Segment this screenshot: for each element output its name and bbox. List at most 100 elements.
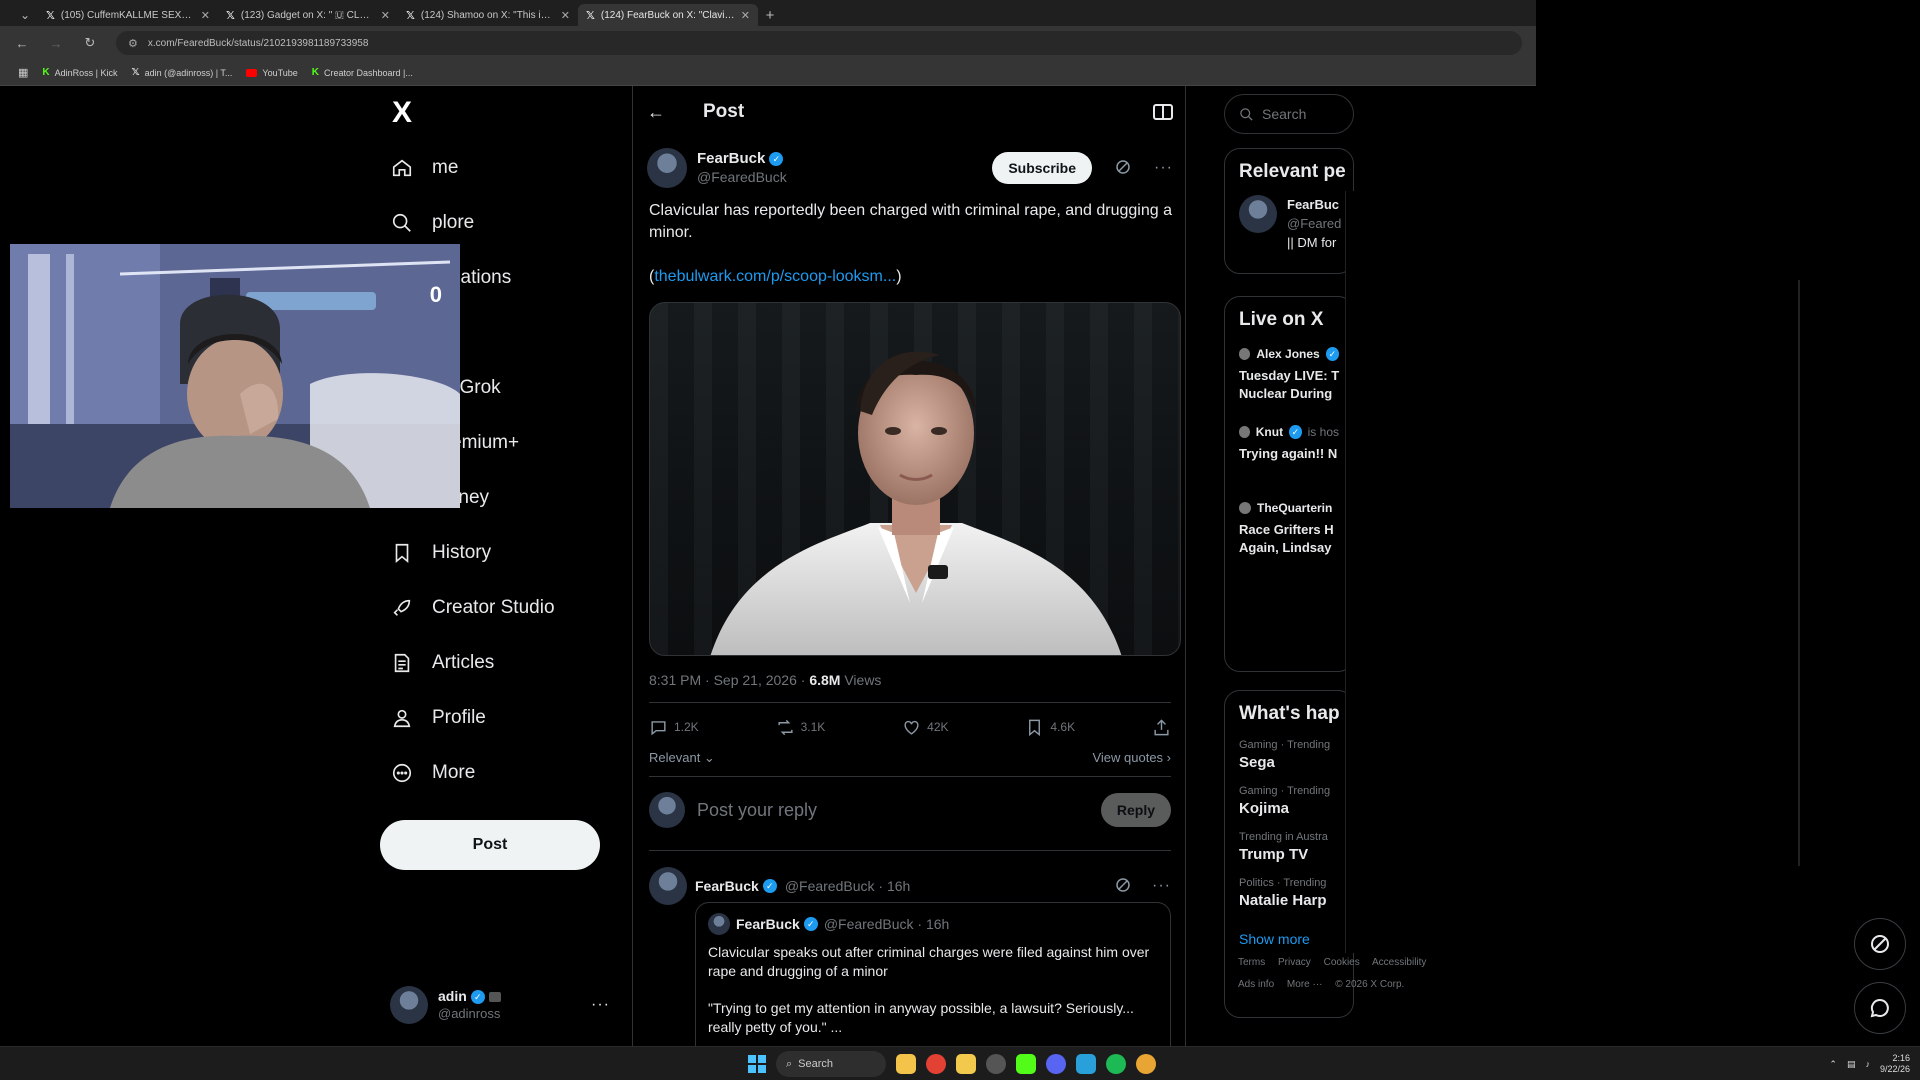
kick-app-icon[interactable] <box>1016 1054 1036 1074</box>
grok-icon[interactable] <box>1114 876 1134 896</box>
reply-button[interactable]: Reply <box>1100 793 1171 827</box>
site-settings-icon[interactable]: ⚙ <box>128 37 138 50</box>
footer-link[interactable]: Privacy <box>1278 957 1311 968</box>
close-tab-icon[interactable]: ✕ <box>201 9 210 22</box>
messages-float-button[interactable] <box>1854 982 1906 1034</box>
nav-item-articles[interactable]: Articles <box>390 651 494 675</box>
bookmark-creator-dashboard[interactable]: K Creator Dashboard |... <box>312 67 413 78</box>
more-dots-icon[interactable]: ··· <box>1152 877 1171 895</box>
x-favicon-icon: 𝕏 <box>406 9 415 22</box>
live-item[interactable]: Knut ✓ is hos Trying again!! N <box>1239 425 1339 463</box>
trend-category: Trending in Austra <box>1239 831 1328 843</box>
footer-link[interactable]: Ads info <box>1238 979 1274 990</box>
more-dots-icon[interactable]: ··· <box>1154 159 1173 177</box>
url-bar[interactable]: ⚙ x.com/FearedBuck/status/21021939811897… <box>116 31 1522 55</box>
relevant-user-bio: || DM for <box>1287 235 1337 250</box>
like-action[interactable]: 42K <box>902 718 949 737</box>
post-image[interactable] <box>649 302 1181 656</box>
footer-link[interactable]: Terms <box>1238 957 1265 968</box>
nav-item-creator-studio[interactable]: Creator Studio <box>390 596 555 620</box>
footer-link[interactable]: Cookies <box>1324 957 1360 968</box>
back-arrow-icon[interactable]: ← <box>14 36 30 51</box>
bookmark-action[interactable]: 4.6K <box>1025 718 1075 737</box>
widgets-icon[interactable] <box>896 1054 916 1074</box>
reply-input[interactable] <box>697 799 1089 821</box>
live-item[interactable]: TheQuarterin Race Grifters H Again, Linds… <box>1239 501 1339 557</box>
nav-item-more[interactable]: More <box>390 761 475 785</box>
footer-link[interactable]: More ··· <box>1287 979 1323 990</box>
reply-tweet[interactable]: FearBuck ✓ @FearedBuck · 16h ··· FearBuck… <box>649 866 1171 1062</box>
browser-tab-3[interactable]: 𝕏 (124) Shamoo on X: "This is m ✕ <box>398 4 578 26</box>
reply-author-name[interactable]: FearBuck ✓ <box>695 878 777 894</box>
new-tab-icon[interactable]: + <box>758 4 782 26</box>
quoted-post[interactable]: FearBuck ✓ @FearedBuck · 16h Clavicular s… <box>695 902 1171 1062</box>
trend-category: Politics · Trending <box>1239 877 1327 889</box>
chrome-profile-icon[interactable] <box>1136 1054 1156 1074</box>
avatar[interactable] <box>649 867 687 905</box>
more-dots-icon[interactable]: ··· <box>591 996 610 1014</box>
grok-float-button[interactable] <box>1854 918 1906 970</box>
avatar <box>390 986 428 1024</box>
nav-item-explore[interactable]: plore <box>390 211 474 235</box>
post-link[interactable]: thebulwark.com/p/scoop-looksm... <box>654 268 896 285</box>
show-more-link[interactable]: Show more <box>1239 931 1339 947</box>
search-input[interactable]: Search <box>1224 94 1354 134</box>
close-tab-icon[interactable]: ✕ <box>741 9 750 22</box>
relevant-user[interactable]: FearBuc @Feared || DM for <box>1239 195 1341 252</box>
like-count: 42K <box>927 720 949 734</box>
tab-list-icon[interactable]: ⌄ <box>12 4 38 26</box>
close-tab-icon[interactable]: ✕ <box>381 9 390 22</box>
bookmark-label: adin (@adinross) | T... <box>144 67 233 78</box>
close-tab-icon[interactable]: ✕ <box>561 9 570 22</box>
nav-item-home[interactable]: me <box>390 156 458 180</box>
spotify-icon[interactable] <box>1106 1054 1126 1074</box>
share-action[interactable] <box>1152 718 1171 737</box>
system-clock[interactable]: 2:16 9/22/26 <box>1880 1053 1910 1075</box>
grok-icon[interactable] <box>1114 158 1134 178</box>
chrome-icon[interactable] <box>926 1054 946 1074</box>
avatar[interactable] <box>647 148 687 188</box>
discord-icon[interactable] <box>1046 1054 1066 1074</box>
back-arrow-icon[interactable]: ← <box>647 102 677 123</box>
reload-icon[interactable]: ↻ <box>82 35 98 51</box>
browser-tab-4-active[interactable]: 𝕏 (124) FearBuck on X: "Clavicu ✕ <box>578 4 758 26</box>
repost-action[interactable]: 3.1K <box>776 718 825 737</box>
forward-arrow-icon[interactable]: → <box>48 36 64 51</box>
bookmark-x[interactable]: 𝕏adin (@adinross) | T... <box>132 67 233 78</box>
trend-item[interactable]: Gaming · Trending Sega <box>1239 739 1339 771</box>
nav-item-history[interactable]: History <box>390 541 491 565</box>
network-icon[interactable]: ▤ <box>1847 1059 1856 1070</box>
author-name[interactable]: FearBuck ✓ <box>697 150 982 168</box>
reader-mode-icon[interactable] <box>1153 104 1173 120</box>
trend-item[interactable]: Politics · Trending Natalie Harp <box>1239 877 1339 909</box>
settings-gear-icon[interactable] <box>986 1054 1006 1074</box>
taskbar-search[interactable]: ⌕ Search <box>776 1051 886 1077</box>
windows-start-icon[interactable] <box>748 1055 766 1073</box>
x-logo[interactable]: X <box>392 96 412 130</box>
live-item[interactable]: Alex Jones ✓ Tuesday LIVE: T Nuclear Durin… <box>1239 347 1339 403</box>
author-handle[interactable]: @FearedBuck <box>697 168 982 186</box>
trend-item[interactable]: Gaming · Trending Kojima <box>1239 785 1339 817</box>
reply-action[interactable]: 1.2K <box>649 718 699 737</box>
person-figure <box>710 351 1122 655</box>
post-timestamp: 8:31 PM · Sep 21, 2026 · 6.8M Views <box>649 672 881 688</box>
telegram-icon[interactable] <box>1076 1054 1096 1074</box>
apps-grid-icon[interactable]: ▦ <box>18 66 28 79</box>
chevron-up-icon[interactable]: ⌃ <box>1829 1059 1837 1070</box>
volume-icon[interactable]: ♪ <box>1865 1059 1870 1069</box>
live-host: Knut ✓ is hos <box>1239 425 1339 439</box>
trend-item[interactable]: Trending in Austra Trump TV <box>1239 831 1339 863</box>
sort-dropdown[interactable]: Relevant ⌄ <box>649 750 715 766</box>
browser-tab-1[interactable]: 𝕏 (105) CuffemKALLME SEX3 on ✕ <box>38 4 218 26</box>
nav-item-profile[interactable]: Profile <box>390 706 486 730</box>
account-switcher[interactable]: adin ✓ @adinross ··· <box>390 982 610 1028</box>
browser-tab-2[interactable]: 𝕏 (123) Gadget on X: " 🇺 CLAVI ✕ <box>218 4 398 26</box>
taskbar-search-label: Search <box>798 1058 834 1070</box>
subscribe-button[interactable]: Subscribe <box>992 152 1093 184</box>
compose-post-button[interactable]: Post <box>380 820 600 870</box>
bookmark-youtube[interactable]: YouTube <box>246 68 298 78</box>
file-explorer-icon[interactable] <box>956 1054 976 1074</box>
footer-link[interactable]: Accessibility <box>1372 957 1426 968</box>
bookmark-kick[interactable]: K AdinRoss | Kick <box>42 67 117 78</box>
view-quotes-link[interactable]: View quotes › <box>1092 750 1171 766</box>
